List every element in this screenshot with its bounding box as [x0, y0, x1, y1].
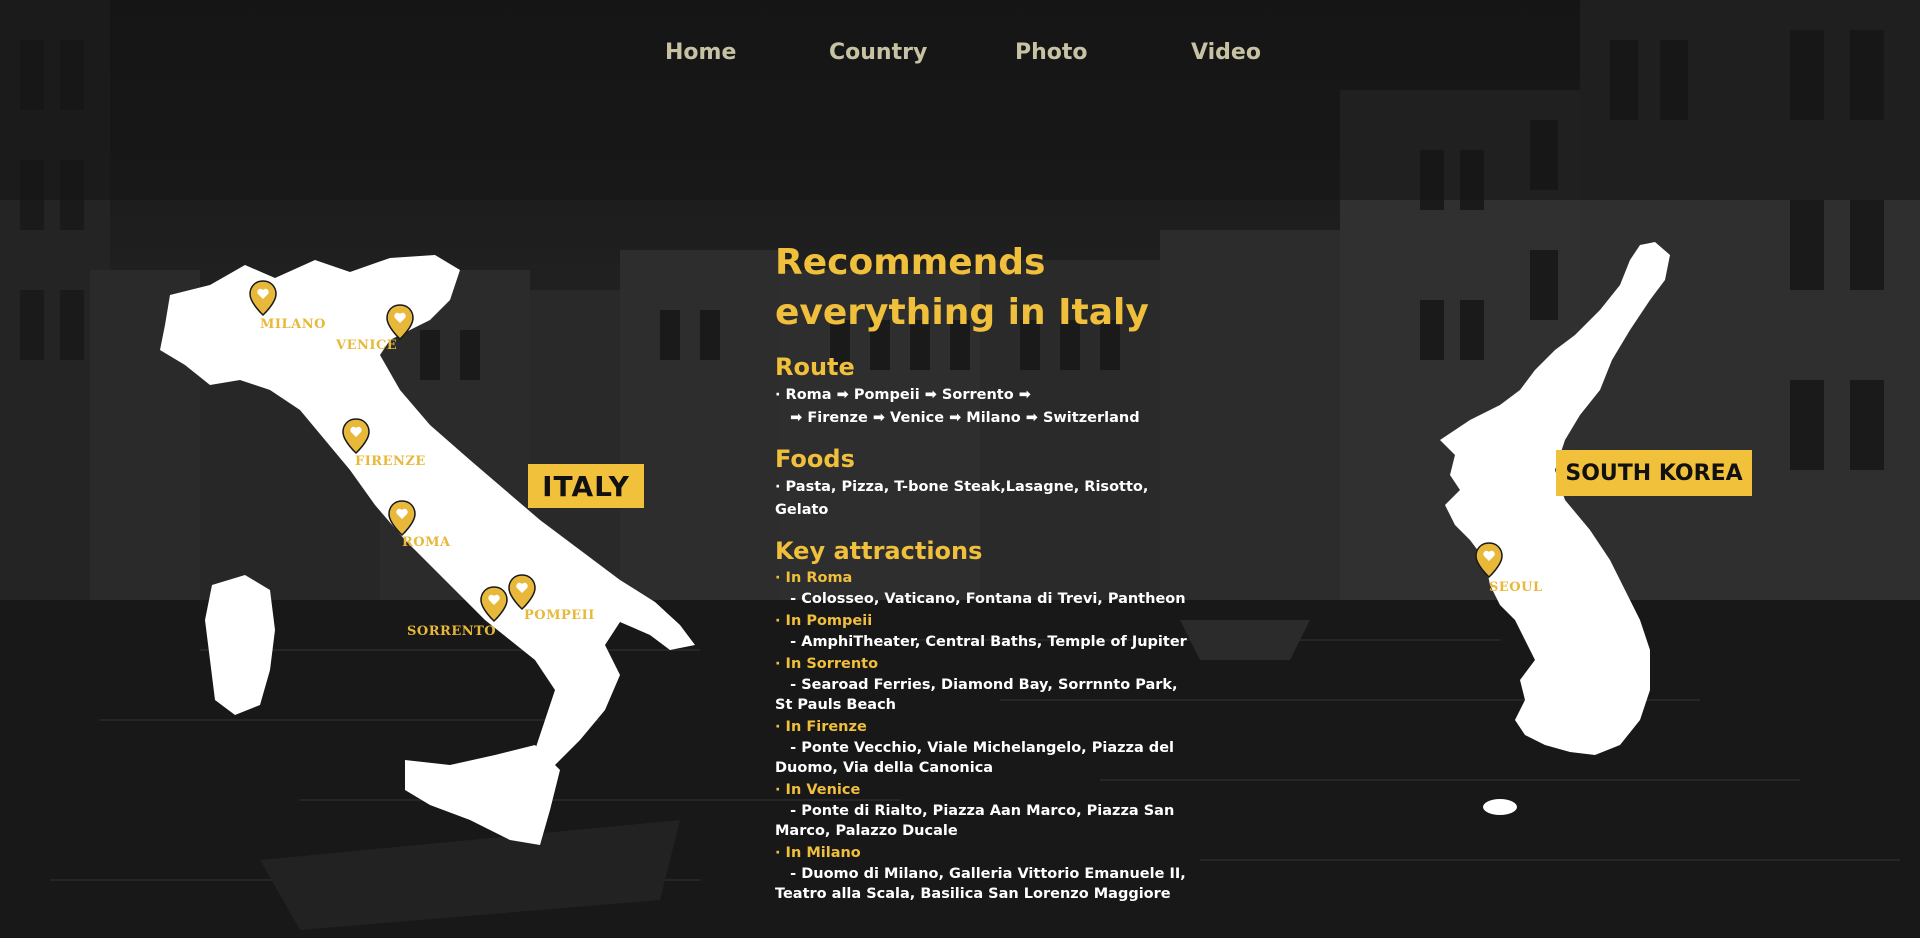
attraction-desc-firenze: - Ponte Vecchio, Viale Michelangelo, Pia… [775, 740, 1180, 776]
pin-label-seoul: SEOUL [1489, 580, 1543, 595]
pin-label-firenze: FIRENZE [355, 454, 426, 469]
attraction-desc-venice: - Ponte di Rialto, Piazza Aan Marco, Pia… [775, 803, 1180, 839]
location-pin-icon[interactable] [480, 586, 508, 622]
attraction-city-sorrento: · In Sorrento [775, 656, 879, 672]
attraction-desc-milano: - Duomo di Milano, Galleria Vittorio Ema… [775, 866, 1191, 902]
location-pin-icon[interactable] [508, 574, 536, 610]
pin-label-milano: MILANO [260, 317, 326, 332]
italy-info-panel: Recommends everything in Italy Route · R… [775, 238, 1195, 906]
nav-photo-link[interactable]: Photo [1015, 40, 1088, 65]
attraction-city-venice: · In Venice [775, 782, 861, 798]
pin-label-roma: ROMA [402, 535, 451, 550]
nav-home-link[interactable]: Home [665, 40, 736, 65]
location-pin-icon[interactable] [342, 418, 370, 454]
pin-label-pompeii: POMPEII [524, 608, 595, 623]
nav-country-link[interactable]: Country [829, 40, 927, 65]
pin-label-venice: VENICE [336, 338, 398, 353]
attraction-desc-roma: - Colosseo, Vaticano, Fontana di Trevi, … [775, 591, 1186, 607]
location-pin-icon[interactable] [1475, 542, 1503, 578]
location-pin-icon[interactable] [386, 304, 414, 340]
italy-silhouette [160, 255, 695, 845]
south-korea-map: SEOUL SOUTH KOREA [1350, 240, 1770, 830]
route-title: Route [775, 353, 855, 381]
attractions-title: Key attractions [775, 537, 983, 565]
attraction-city-pompeii: · In Pompeii [775, 613, 873, 629]
location-pin-icon[interactable] [249, 280, 277, 316]
south-korea-badge[interactable]: SOUTH KOREA [1556, 450, 1752, 496]
foods-title: Foods [775, 445, 855, 473]
italy-badge[interactable]: ITALY [528, 464, 644, 508]
korea-silhouette [1440, 242, 1670, 815]
attraction-city-firenze: · In Firenze [775, 719, 867, 735]
top-navigation: Home Country Photo Video [0, 40, 1920, 76]
location-pin-icon[interactable] [388, 500, 416, 536]
nav-video-link[interactable]: Video [1191, 40, 1261, 65]
attraction-city-roma: · In Roma [775, 570, 853, 586]
attraction-desc-sorrento: - Searoad Ferries, Diamond Bay, Sorrnnto… [775, 677, 1183, 713]
headline-line-2: everything in Italy [775, 292, 1149, 333]
headline-line-1: Recommends [775, 242, 1046, 283]
attraction-desc-pompeii: - AmphiTheater, Central Baths, Temple of… [775, 634, 1187, 650]
italy-map: MILANO VENICE FIRENZE ROMA SORRENTO POMP… [150, 250, 710, 850]
route-line-1: · Roma ➡ Pompeii ➡ Sorrento ➡ [775, 387, 1031, 403]
route-line-2: ➡ Firenze ➡ Venice ➡ Milano ➡ Switzerlan… [775, 410, 1140, 426]
pin-label-sorrento: SORRENTO [407, 624, 497, 639]
foods-line: · Pasta, Pizza, T-bone Steak,Lasagne, Ri… [775, 479, 1154, 518]
attraction-city-milano: · In Milano [775, 845, 861, 861]
